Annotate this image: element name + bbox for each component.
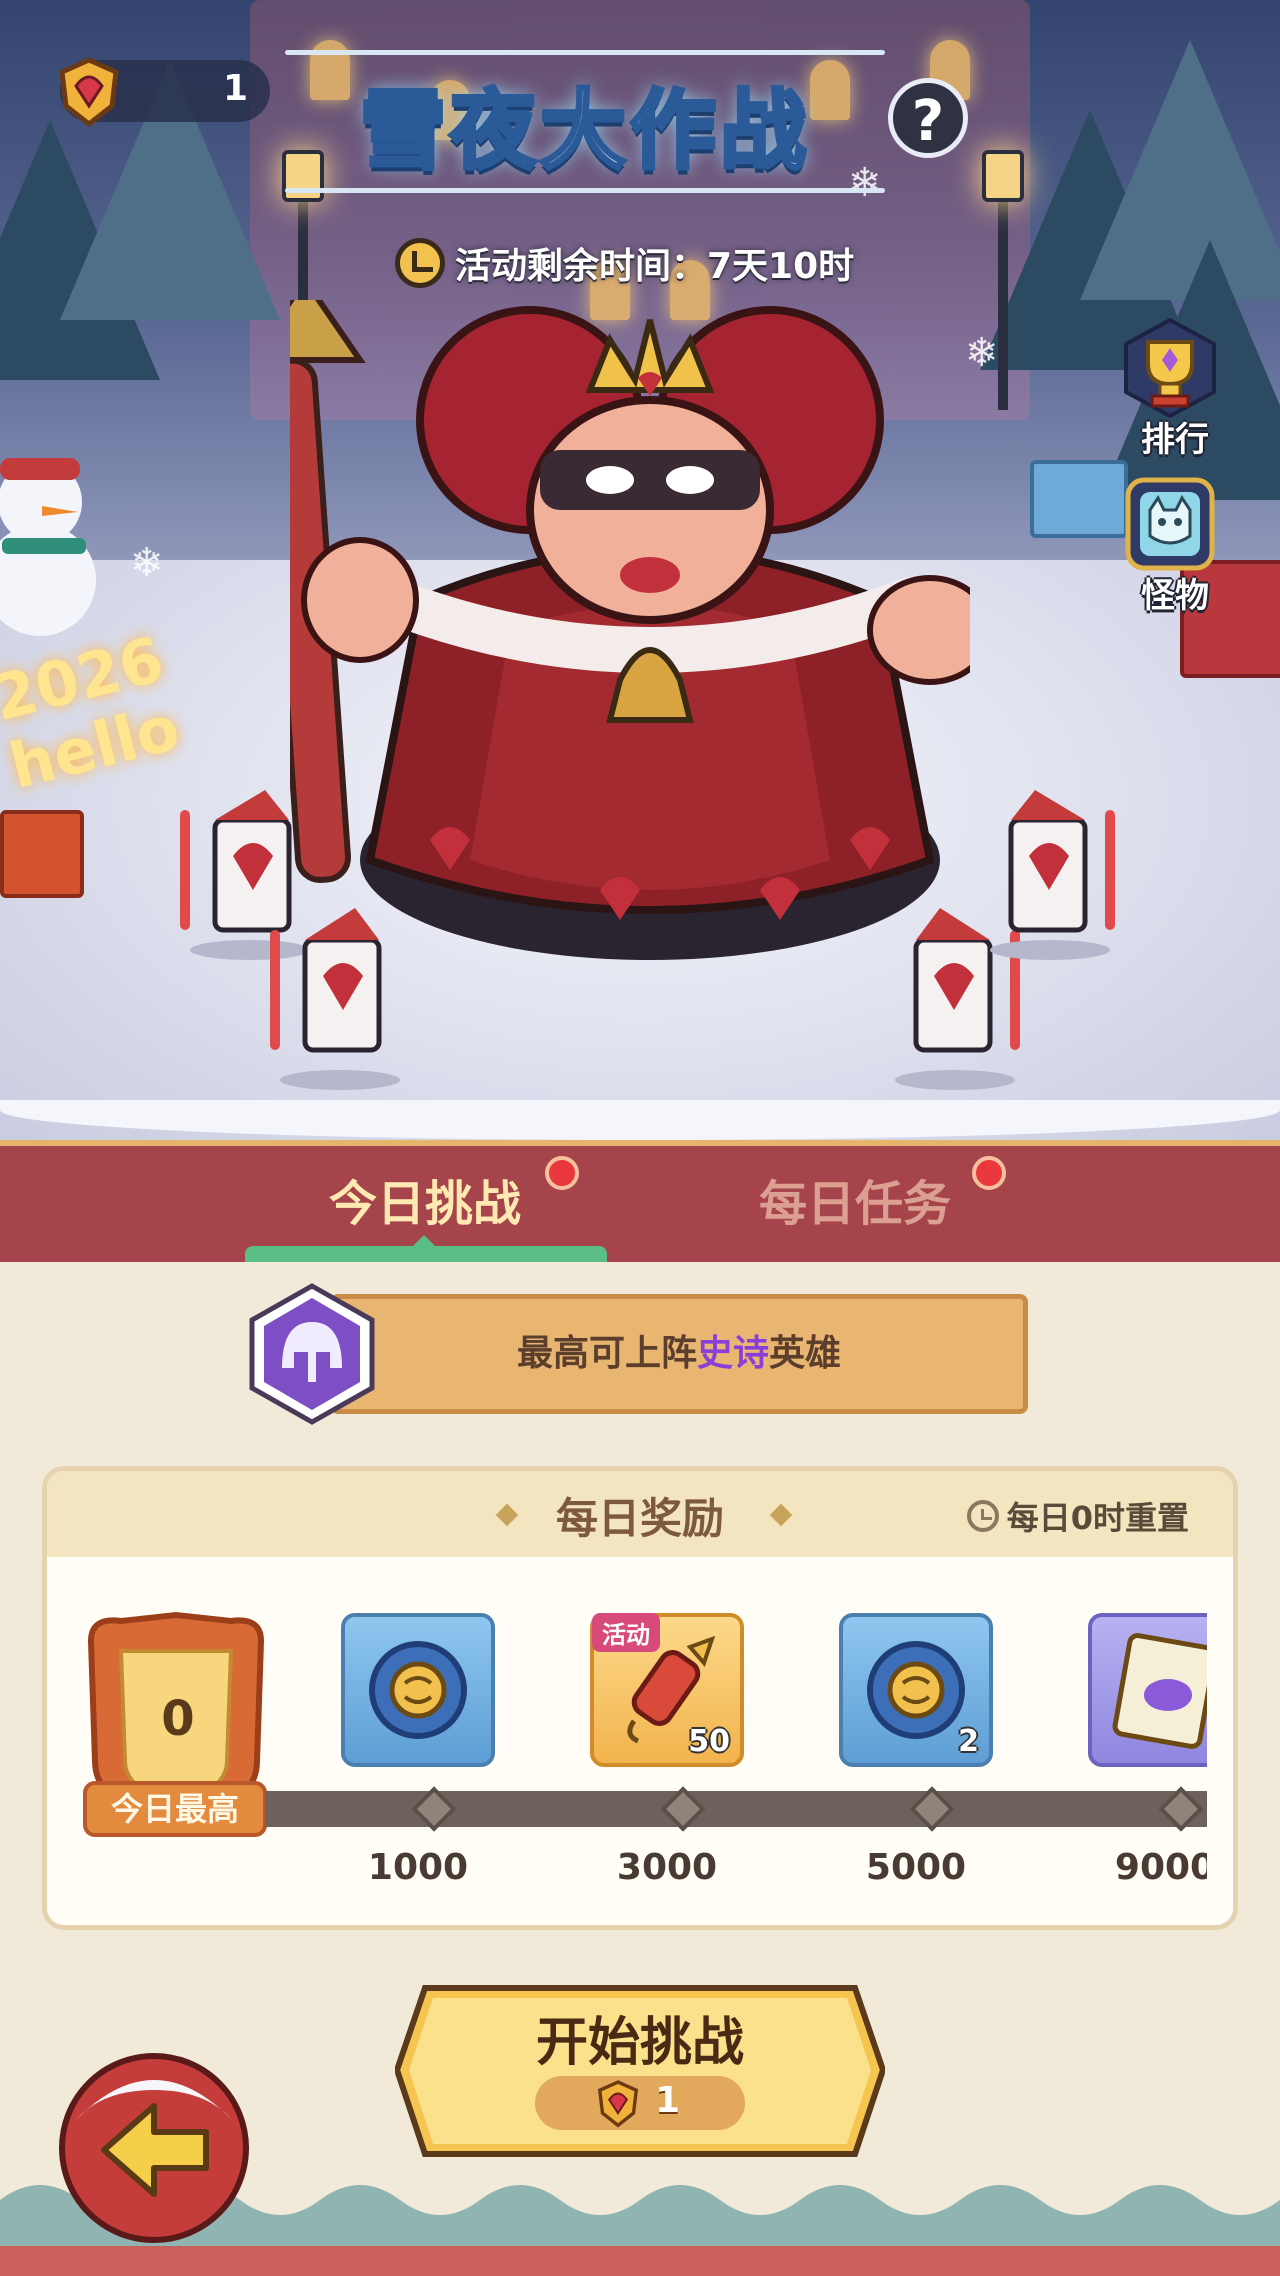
daily-rewards-card: 每日奖励 每日0时重置 0 今日最高 1000 活动 50 3000 2 500… <box>42 1466 1238 1930</box>
challenge-cost: 1 <box>535 2076 745 2130</box>
reward-item[interactable]: 2 <box>839 1613 993 1767</box>
notification-dot <box>545 1156 579 1190</box>
active-tab-notch <box>410 1235 438 1249</box>
snowman-decoration <box>0 458 96 636</box>
queen-boss-character <box>290 300 970 960</box>
start-challenge-content[interactable]: 开始挑战 1 <box>395 1974 885 2170</box>
trophy-icon <box>1124 317 1216 419</box>
event-title: 雪夜大作战 <box>358 79 810 183</box>
hero-rarity-highlight: 史诗 <box>696 1333 769 1374</box>
gear-orb-icon <box>369 1641 467 1739</box>
monster-button[interactable]: 怪物 <box>1120 474 1230 616</box>
heart-crest-icon <box>597 2080 639 2128</box>
milestone-score: 5000 <box>865 1847 967 1888</box>
heart-crest-icon <box>59 57 119 128</box>
event-timer: 活动剩余时间：7天10时 <box>395 235 854 291</box>
best-score-value: 0 <box>161 1691 195 1747</box>
ranking-label: 排行 <box>1141 420 1209 460</box>
monster-label: 怪物 <box>1141 576 1209 616</box>
reset-text: 每日0时重置 <box>1006 1499 1189 1537</box>
help-button[interactable]: ? <box>888 78 968 158</box>
best-score-label: 今日最高 <box>83 1781 267 1837</box>
monster-icon <box>1125 477 1215 571</box>
currency-counter[interactable]: 1 <box>59 57 270 128</box>
reward-item[interactable]: 活动 50 <box>590 1613 744 1767</box>
notification-dot <box>972 1156 1006 1190</box>
reward-item[interactable] <box>341 1613 495 1767</box>
clock-icon <box>966 1500 999 1532</box>
ranking-button[interactable]: 排行 <box>1120 317 1230 460</box>
gift-box <box>1030 460 1128 538</box>
helmet-icon <box>249 1283 375 1425</box>
hero-limit-banner: 最高可上阵史诗英雄 <box>330 1294 1028 1414</box>
milestone-score: 1000 <box>367 1847 469 1888</box>
item-quantity: 50 <box>688 1724 730 1759</box>
item-quantity: 2 <box>958 1724 979 1759</box>
start-challenge-label: 开始挑战 <box>535 2013 744 2073</box>
timer-text: 活动剩余时间：7天10时 <box>455 246 855 287</box>
event-title-banner: 雪夜大作战 <box>285 50 885 193</box>
tab-bar: 今日挑战 每日任务 <box>0 1140 1280 1262</box>
back-button[interactable] <box>56 2050 252 2246</box>
currency-count: 1 <box>222 68 248 109</box>
scroll-clip-edge <box>1207 1557 1233 1925</box>
card-minion <box>270 908 400 1090</box>
hero-limit-prefix: 最高可上阵 <box>516 1333 697 1374</box>
hero-limit-suffix: 英雄 <box>769 1333 842 1374</box>
clock-icon <box>395 238 445 288</box>
challenge-cost-count: 1 <box>655 2080 681 2121</box>
hero-limit-text: 最高可上阵史诗英雄 <box>335 1299 1023 1409</box>
milestone-score: 3000 <box>616 1847 718 1888</box>
reset-info: 每日0时重置 <box>966 1493 1189 1539</box>
event-tag: 活动 <box>592 1613 660 1652</box>
card-minion <box>990 790 1115 960</box>
rewards-header: 每日奖励 每日0时重置 <box>47 1471 1233 1557</box>
gift-box <box>0 810 84 898</box>
